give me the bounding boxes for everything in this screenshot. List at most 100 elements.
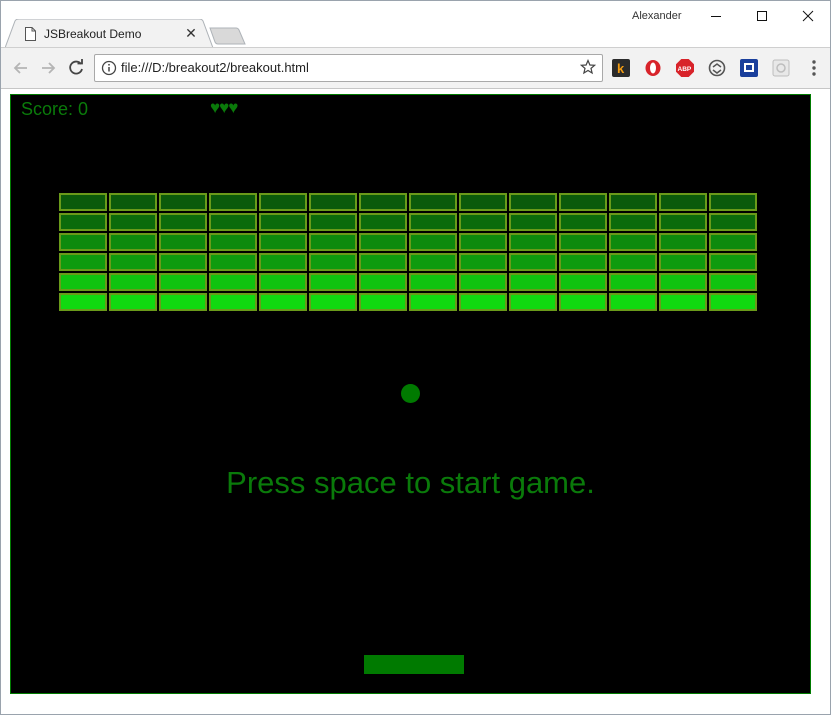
brick bbox=[509, 213, 557, 231]
brick bbox=[309, 213, 357, 231]
adblock-abp-icon[interactable]: ABP bbox=[676, 59, 694, 77]
brick bbox=[259, 273, 307, 291]
brick bbox=[459, 293, 507, 311]
bookmark-star-icon[interactable] bbox=[580, 59, 596, 75]
brick bbox=[559, 253, 607, 271]
brick bbox=[709, 253, 757, 271]
sync-icon[interactable] bbox=[708, 59, 726, 77]
brick bbox=[659, 253, 707, 271]
brick bbox=[409, 253, 457, 271]
brick bbox=[309, 193, 357, 211]
brick bbox=[259, 233, 307, 251]
brick bbox=[659, 273, 707, 291]
brick bbox=[59, 293, 107, 311]
brick bbox=[459, 213, 507, 231]
brick bbox=[709, 233, 757, 251]
brick bbox=[209, 213, 257, 231]
brick bbox=[709, 213, 757, 231]
svg-text:k: k bbox=[617, 61, 625, 76]
brick bbox=[659, 213, 707, 231]
brick bbox=[109, 193, 157, 211]
back-arrow-icon[interactable] bbox=[10, 57, 32, 79]
brick bbox=[609, 193, 657, 211]
brick bbox=[709, 193, 757, 211]
k-extension-icon[interactable]: k bbox=[612, 59, 630, 77]
brick bbox=[559, 233, 607, 251]
brick bbox=[659, 193, 707, 211]
brick bbox=[309, 253, 357, 271]
brick bbox=[159, 193, 207, 211]
brick bbox=[409, 273, 457, 291]
brick bbox=[159, 233, 207, 251]
brick bbox=[109, 293, 157, 311]
info-icon[interactable] bbox=[101, 60, 117, 76]
brick bbox=[309, 233, 357, 251]
brick bbox=[559, 193, 607, 211]
url-text[interactable]: file:///D:/breakout2/breakout.html bbox=[121, 60, 309, 75]
tab-title: JSBreakout Demo bbox=[44, 27, 142, 41]
brick bbox=[459, 253, 507, 271]
brick bbox=[659, 233, 707, 251]
brick bbox=[259, 253, 307, 271]
translate-icon[interactable] bbox=[740, 59, 758, 77]
brick bbox=[59, 273, 107, 291]
start-message: Press space to start game. bbox=[226, 465, 595, 500]
brick bbox=[159, 273, 207, 291]
brick bbox=[459, 273, 507, 291]
lives-hearts: ♥♥♥ bbox=[210, 98, 238, 117]
brick bbox=[559, 273, 607, 291]
brick bbox=[609, 253, 657, 271]
brick bbox=[559, 293, 607, 311]
menu-dots-icon[interactable] bbox=[810, 59, 818, 77]
page-icon bbox=[25, 27, 36, 41]
brick bbox=[559, 213, 607, 231]
brick bbox=[259, 193, 307, 211]
brick bbox=[109, 213, 157, 231]
brick bbox=[259, 293, 307, 311]
address-bar[interactable]: file:///D:/breakout2/breakout.html bbox=[94, 54, 603, 82]
profile-name[interactable]: Alexander bbox=[632, 10, 682, 22]
brick bbox=[359, 273, 407, 291]
game-canvas[interactable]: Score: 0 ♥♥♥ Press space to start game. bbox=[10, 94, 811, 694]
brick bbox=[59, 233, 107, 251]
brick bbox=[59, 193, 107, 211]
brick bbox=[209, 273, 257, 291]
brick bbox=[459, 193, 507, 211]
brick bbox=[209, 193, 257, 211]
brick bbox=[509, 193, 557, 211]
brick bbox=[359, 253, 407, 271]
score-label: Score: 0 bbox=[21, 99, 89, 119]
ball bbox=[401, 384, 420, 403]
brick bbox=[309, 273, 357, 291]
puzzle-icon[interactable] bbox=[772, 59, 790, 77]
paddle[interactable] bbox=[364, 655, 464, 674]
brick bbox=[159, 253, 207, 271]
forward-arrow-icon[interactable] bbox=[37, 57, 59, 79]
brick bbox=[209, 233, 257, 251]
opera-icon[interactable] bbox=[644, 59, 662, 77]
brick bbox=[209, 253, 257, 271]
brick bbox=[309, 293, 357, 311]
close-window-button[interactable] bbox=[785, 1, 831, 31]
brick bbox=[359, 213, 407, 231]
new-tab-button[interactable] bbox=[208, 26, 248, 46]
reload-icon[interactable] bbox=[65, 57, 87, 79]
brick bbox=[509, 253, 557, 271]
browser-window: JSBreakout Demo ✕ Alexander file:///D:/b… bbox=[0, 0, 831, 715]
brick bbox=[609, 233, 657, 251]
brick bbox=[409, 213, 457, 231]
brick bbox=[509, 293, 557, 311]
brick bbox=[59, 253, 107, 271]
minimize-button[interactable] bbox=[693, 1, 739, 31]
brick bbox=[609, 273, 657, 291]
brick bbox=[159, 213, 207, 231]
brick bbox=[359, 193, 407, 211]
brick bbox=[109, 273, 157, 291]
brick bbox=[459, 233, 507, 251]
brick bbox=[709, 293, 757, 311]
title-bar: JSBreakout Demo ✕ Alexander bbox=[1, 1, 831, 48]
brick bbox=[659, 293, 707, 311]
brick bbox=[109, 233, 157, 251]
maximize-button[interactable] bbox=[739, 1, 785, 31]
tab-close-icon[interactable]: ✕ bbox=[184, 26, 198, 40]
